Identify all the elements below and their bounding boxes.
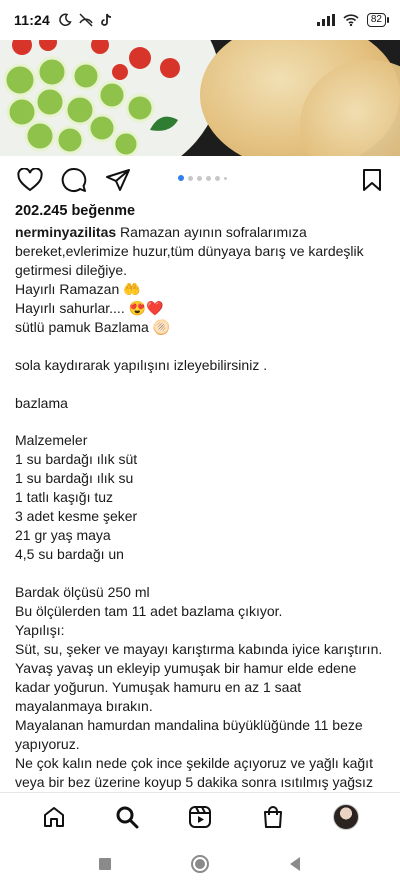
bottom-navigation xyxy=(0,792,400,840)
status-time: 11:24 xyxy=(14,12,51,28)
like-button[interactable] xyxy=(16,166,44,194)
shop-icon xyxy=(263,805,282,828)
caption-line: getirmesi dileğiye. xyxy=(15,261,128,278)
status-bar: 11:24 82 xyxy=(0,0,400,40)
caption-line: 3 adet kesme şeker xyxy=(15,508,138,525)
like-count[interactable]: 202.245 beğenme xyxy=(15,203,135,219)
back-icon[interactable] xyxy=(288,856,302,872)
caption-line: Süt, su, şeker ve mayayı karıştırma kabı… xyxy=(15,640,383,657)
caption-line: Ne çok kalın nede çok ince şekilde açıyo… xyxy=(15,754,373,771)
caption-line: Malzemeler xyxy=(15,432,88,449)
post-username[interactable]: nerminyazilitas xyxy=(15,224,116,240)
search-icon xyxy=(116,806,139,828)
wifi-icon xyxy=(343,14,359,26)
carousel-dot xyxy=(197,175,202,181)
carousel-dot xyxy=(178,175,184,181)
caption-line: sola kaydırarak yapılışını izleyebilirsi… xyxy=(15,356,268,373)
nav-profile[interactable] xyxy=(330,801,362,833)
caption-line: 4,5 su bardağı un xyxy=(15,546,124,563)
heart-icon xyxy=(17,168,43,192)
caption-line: sütlü pamuk Bazlama 🫓 xyxy=(15,318,171,335)
carousel-dot xyxy=(188,175,193,181)
caption-line xyxy=(15,375,387,394)
caption-line: bazlama xyxy=(15,394,68,411)
caption-line: 1 tatlı kaşığı tuz xyxy=(15,489,114,506)
post-image[interactable] xyxy=(0,40,400,156)
caption-line: bereket,evlerimize huzur,tüm dünyaya bar… xyxy=(15,242,364,259)
home-circle-icon[interactable] xyxy=(190,854,210,874)
tiktok-icon xyxy=(101,13,112,26)
battery-icon: 82 xyxy=(366,13,390,27)
nav-reels[interactable] xyxy=(184,801,216,833)
caption-line: Mayalanan hamurdan mandalina büyüklüğünd… xyxy=(15,716,363,733)
caption-line: Bardak ölçüsü 250 ml xyxy=(15,584,150,601)
caption-text: Ramazan ayının sofralarımıza xyxy=(120,224,307,240)
comment-button[interactable] xyxy=(60,166,88,194)
caption-line: Bu ölçülerden tam 11 adet bazlama çıkıyo… xyxy=(15,603,283,619)
caption-line: yapıyoruz. xyxy=(15,735,80,752)
caption-line: mayalanmaya bırakın. xyxy=(15,697,153,714)
caption-line: kadar yoğurun. Yumuşak hamuru en az 1 sa… xyxy=(15,678,302,695)
caption-line: veya bir bez üzerine koyup 5 dakika sonr… xyxy=(15,773,373,790)
carousel-dot xyxy=(224,176,227,180)
carousel-indicator xyxy=(178,175,227,181)
caption-first-line: nerminyazilitas Ramazan ayının sofraları… xyxy=(15,223,387,242)
profile-avatar xyxy=(332,803,359,830)
caption-line xyxy=(15,564,387,583)
nav-home[interactable] xyxy=(38,801,70,833)
comment-icon xyxy=(61,167,87,192)
caption-line: Yavaş yavaş un ekleyip yumuşak bir hamur… xyxy=(15,659,357,676)
reels-icon xyxy=(188,805,211,828)
recents-icon[interactable] xyxy=(98,857,112,871)
caption-line: 1 su bardağı ılık su xyxy=(15,470,134,487)
bookmark-icon xyxy=(363,169,381,191)
caption-line: Yapılışı: xyxy=(15,621,65,638)
share-icon xyxy=(106,169,130,191)
nav-search[interactable] xyxy=(111,801,143,833)
signal-icon xyxy=(316,14,335,26)
nav-shop[interactable] xyxy=(257,801,289,833)
moon-icon xyxy=(59,13,72,27)
system-navigation xyxy=(0,840,400,888)
caption-line: 21 gr yaş maya xyxy=(15,527,111,544)
caption-line: Hayırlı Ramazan 🤲 xyxy=(15,280,141,297)
carousel-dot xyxy=(215,175,220,181)
no-wifi-call-icon xyxy=(79,13,93,27)
caption-line xyxy=(15,413,387,432)
carousel-dot xyxy=(206,175,211,181)
home-icon xyxy=(44,806,65,827)
post-caption: nerminyazilitas Ramazan ayının sofraları… xyxy=(15,223,387,792)
save-button[interactable] xyxy=(358,166,386,194)
caption-line: Hayırlı sahurlar.... 😍❤️ xyxy=(15,299,164,316)
caption-line xyxy=(15,337,387,356)
share-button[interactable] xyxy=(104,166,132,194)
caption-line: 1 su bardağı ılık süt xyxy=(15,451,138,468)
